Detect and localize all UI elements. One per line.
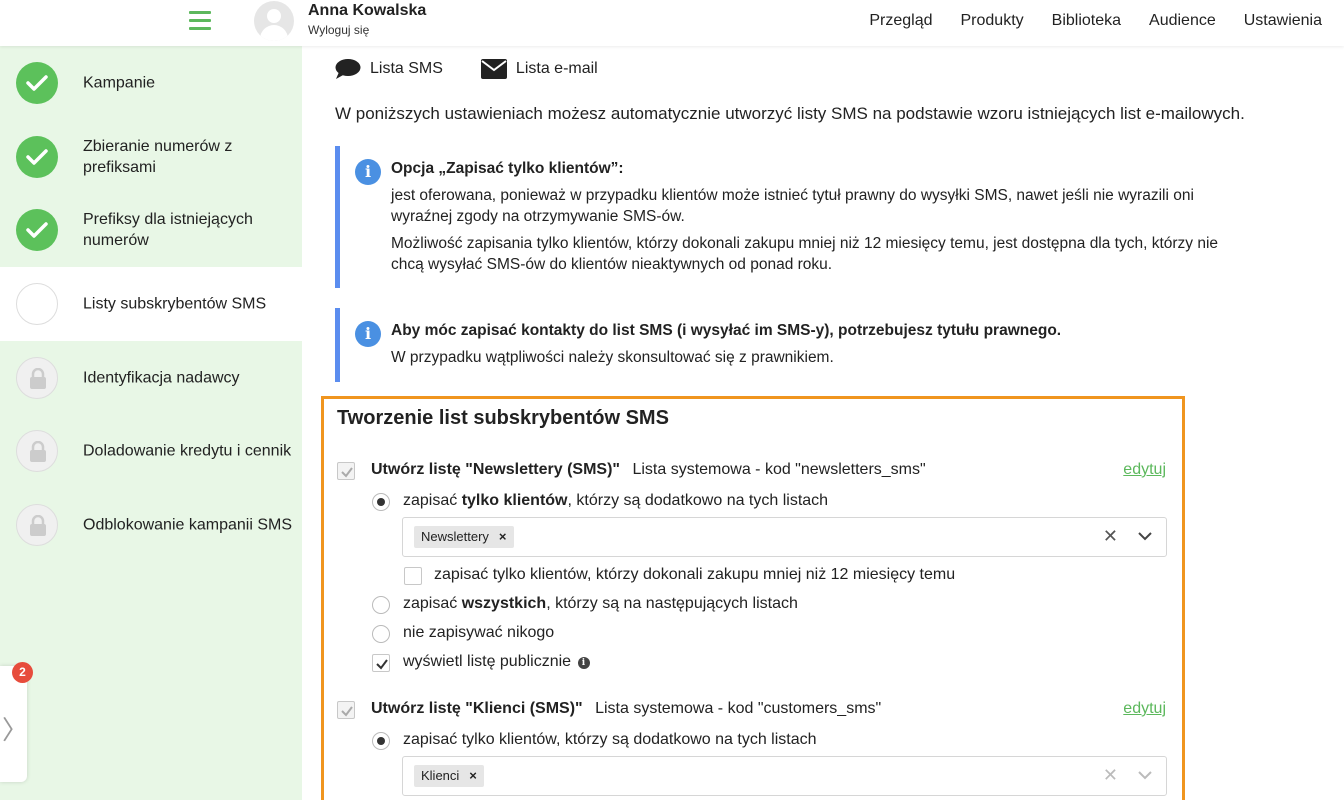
newsletters-list-select[interactable]: Newslettery × ✕	[402, 517, 1167, 557]
tab-label: Lista e-mail	[515, 60, 598, 77]
sidebar-step-unlock-sms[interactable]: Odblokowanie kampanii SMS	[0, 488, 302, 562]
lock-icon	[16, 357, 58, 399]
info-text: W przypadku wątpliwości należy skonsulto…	[391, 349, 834, 366]
info-icon[interactable]: i	[577, 657, 590, 669]
sidebar-step-label: Doladowanie kredytu i cennik	[83, 442, 292, 460]
sidebar-step-sender-id[interactable]: Identyfikacja nadawcy	[0, 341, 302, 415]
sidebar-step-label: Kampanie	[83, 74, 156, 92]
create-newsletters-label: Utwórz listę "Newslettery (SMS)" Lista s…	[371, 461, 926, 479]
edit-customers-link[interactable]: edytuj	[1123, 700, 1166, 718]
radio-all-subscribers[interactable]	[372, 596, 390, 614]
info-text: jest oferowana, ponieważ w przypadku kli…	[391, 187, 1194, 225]
sidebar-step-label: Listy subskrybentów SMS	[83, 295, 267, 313]
info-icon: i	[355, 159, 381, 185]
chip-label: Klienci	[421, 768, 460, 783]
checkmark-icon	[16, 136, 58, 178]
create-list-title: Utwórz listę "Newslettery (SMS)"	[371, 461, 620, 478]
chat-bubble-icon	[335, 59, 361, 79]
list-tabs: Lista SMS Lista e-mail	[335, 58, 598, 80]
empty-circle-icon	[16, 283, 58, 325]
option-customers-only-label-2: zapisać tylko klientów, którzy są dodatk…	[403, 731, 817, 748]
intro-text: W poniższych ustawieniach możesz automat…	[335, 104, 1245, 123]
top-nav: Przegląd Produkty Biblioteka Audience Us…	[869, 12, 1322, 30]
info-icon: i	[355, 321, 381, 347]
info-box-customers-only: i Opcja „Zapisać tylko klientów”: jest o…	[335, 146, 1255, 288]
hamburger-menu-icon[interactable]	[189, 11, 211, 31]
option-all-label: zapisać wszystkich, którzy są na następu…	[403, 595, 798, 612]
info-box-legal: i Aby móc zapisać kontakty do list SMS (…	[335, 308, 1255, 382]
nav-settings[interactable]: Ustawienia	[1244, 12, 1322, 30]
sidebar-step-prefix-collection[interactable]: Zbieranie numerów z prefiksami	[0, 120, 302, 194]
system-list-code: Lista systemowa - kod "newsletters_sms"	[632, 461, 926, 478]
radio-customers-only-2[interactable]	[372, 732, 390, 750]
customers-list-select[interactable]: Klienci × ✕	[402, 756, 1167, 796]
tab-label: Lista SMS	[370, 60, 443, 77]
create-list-title: Utwórz listę "Klienci (SMS)"	[371, 700, 583, 717]
radio-save-nobody[interactable]	[372, 625, 390, 643]
sidebar-step-label: Odblokowanie kampanii SMS	[83, 516, 292, 534]
tab-email-list[interactable]: Lista e-mail	[480, 58, 598, 80]
radio-customers-only[interactable]	[372, 493, 390, 511]
section-title: Tworzenie list subskrybentów SMS	[337, 407, 669, 429]
recent-customers-label: zapisać tylko klientów, którzy dokonali …	[434, 566, 956, 583]
chevron-down-icon[interactable]	[1138, 532, 1152, 541]
selected-list-chip: Newslettery ×	[414, 526, 514, 548]
checkmark-icon	[16, 62, 58, 104]
clear-selection-icon[interactable]: ✕	[1103, 526, 1118, 547]
info-title: Aby móc zapisać kontakty do list SMS (i …	[391, 322, 1062, 339]
option-nobody-label: nie zapisywać nikogo	[403, 624, 555, 641]
lock-icon	[16, 430, 58, 472]
nav-library[interactable]: Biblioteka	[1052, 12, 1121, 30]
sidebar-step-label: Identyfikacja nadawcy	[83, 369, 240, 387]
sidebar-step-campaigns[interactable]: Kampanie	[0, 46, 302, 120]
create-customers-label: Utwórz listę "Klienci (SMS)" Lista syste…	[371, 700, 881, 718]
public-list-checkbox[interactable]	[372, 654, 390, 672]
notification-badge: 2	[12, 662, 33, 683]
sidebar-step-existing-prefixes[interactable]: Prefiksy dla istniejących numerów	[0, 193, 302, 267]
main-content: Lista SMS Lista e-mail W poniższych usta…	[302, 46, 1344, 800]
chevron-down-icon[interactable]	[1138, 771, 1152, 780]
nav-audience[interactable]: Audience	[1149, 12, 1216, 30]
create-newsletters-checkbox[interactable]	[337, 462, 355, 480]
top-header: Anna Kowalska Wyloguj się Przegląd Produ…	[0, 0, 1344, 46]
lock-icon	[16, 504, 58, 546]
envelope-icon	[480, 59, 507, 79]
sidebar-step-label: Zbieranie numerów z prefiksami	[83, 138, 233, 176]
nav-products[interactable]: Produkty	[961, 12, 1024, 30]
chip-label: Newslettery	[421, 529, 489, 544]
side-panel-toggle[interactable]: 〉	[0, 666, 29, 782]
sidebar-step-label: Prefiksy dla istniejących numerów	[83, 211, 253, 249]
option-customers-only-label: zapisać tylko klientów, którzy są dodatk…	[403, 492, 829, 509]
system-list-code: Lista systemowa - kod "customers_sms"	[595, 700, 882, 717]
info-title: Opcja „Zapisać tylko klientów”:	[391, 160, 624, 177]
clear-selection-icon[interactable]: ✕	[1103, 765, 1118, 786]
chevron-right-icon: 〉	[2, 715, 29, 745]
steps-sidebar: Kampanie Zbieranie numerów z prefiksami …	[0, 46, 302, 800]
selected-list-chip: Klienci ×	[414, 765, 484, 787]
nav-overview[interactable]: Przegląd	[869, 12, 932, 30]
checkmark-icon	[16, 209, 58, 251]
avatar[interactable]	[254, 1, 294, 41]
logout-link[interactable]: Wyloguj się	[308, 23, 369, 37]
info-text: Możliwość zapisania tylko klientów, któr…	[391, 235, 1219, 273]
create-customers-checkbox[interactable]	[337, 701, 355, 719]
remove-chip-icon[interactable]: ×	[499, 526, 507, 548]
sidebar-step-credit-pricing[interactable]: Doladowanie kredytu i cennik	[0, 414, 302, 488]
sms-lists-section: Tworzenie list subskrybentów SMS Utwórz …	[321, 396, 1185, 800]
public-list-label: wyświetl listę publicznie i	[403, 653, 590, 671]
recent-customers-checkbox[interactable]	[404, 567, 422, 585]
edit-newsletters-link[interactable]: edytuj	[1123, 461, 1166, 479]
tab-sms-list[interactable]: Lista SMS	[335, 58, 443, 80]
sidebar-step-sms-lists[interactable]: Listy subskrybentów SMS	[0, 267, 302, 341]
user-name: Anna Kowalska	[308, 2, 427, 19]
remove-chip-icon[interactable]: ×	[469, 765, 477, 787]
